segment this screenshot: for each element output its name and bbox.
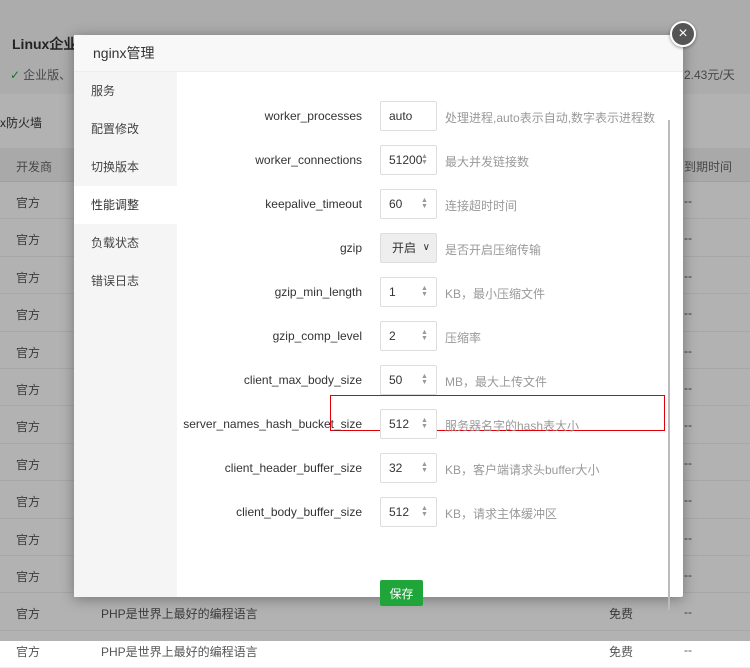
- form-row-keepalive-timeout: keepalive_timeout 60 ▲ ▼ 连接超时时间: [177, 189, 657, 219]
- field-label: gzip: [339, 241, 362, 255]
- form-row-gzip-comp-level: gzip_comp_level 2 ▲ ▼ 压缩率: [177, 321, 657, 351]
- client-body-buffer-size-input[interactable]: 512 ▲ ▼: [380, 497, 437, 527]
- form-row-client-body-buffer-size: client_body_buffer_size 512 ▲ ▼ KB，请求主体缓冲区: [177, 497, 657, 527]
- field-hint: 服务器名字的hash表大小: [445, 419, 580, 433]
- field-hint: 连接超时时间: [445, 199, 518, 213]
- field-hint: 是否开启压缩传输: [445, 243, 542, 257]
- spinner-icon[interactable]: ▲ ▼: [420, 373, 429, 387]
- cell-developer: 官方: [16, 644, 41, 659]
- field-label: keepalive_timeout: [265, 197, 362, 211]
- worker-processes-input[interactable]: auto: [380, 101, 437, 131]
- form-row-client-max-body-size: client_max_body_size 50 ▲ ▼ MB，最大上传文件: [177, 365, 657, 395]
- form-row-worker-processes: worker_processes auto 处理进程,auto表示自动,数字表示进程…: [177, 101, 657, 131]
- field-label: client_max_body_size: [243, 373, 362, 387]
- field-label: gzip_min_length: [274, 285, 362, 299]
- field-hint: MB，最大上传文件: [445, 375, 548, 389]
- menu-item[interactable]: 错误日志: [74, 262, 177, 300]
- input-value: 60: [389, 197, 403, 211]
- dialog-title: nginx管理: [74, 35, 683, 72]
- gzip-comp-level-input[interactable]: 2 ▲ ▼: [380, 321, 437, 351]
- menu-item[interactable]: 配置修改: [74, 110, 177, 148]
- field-label: gzip_comp_level: [272, 329, 362, 343]
- input-value: 512: [389, 505, 410, 519]
- field-hint: 处理进程,auto表示自动,数字表示进程数: [445, 111, 656, 125]
- form-row-server-names-hash-bucket-size: server_names_hash_bucket_size 512 ▲ ▼ 服务器名字的…: [177, 409, 657, 439]
- worker-connections-input[interactable]: 51200 ▲ ▼: [380, 145, 437, 175]
- field-label: client_header_buffer_size: [224, 461, 362, 475]
- field-label: worker_connections: [255, 153, 362, 167]
- menu-item[interactable]: 服务: [74, 72, 177, 110]
- form-row-gzip-min-length: gzip_min_length 1 ▲ ▼ KB，最小压缩文件: [177, 277, 657, 307]
- field-hint: KB，客户端请求头buffer大小: [445, 463, 600, 477]
- field-hint: KB，请求主体缓冲区: [445, 507, 558, 521]
- spinner-icon[interactable]: ▲ ▼: [420, 461, 429, 475]
- scrollbar[interactable]: [668, 120, 670, 610]
- field-label: server_names_hash_bucket_size: [183, 417, 362, 431]
- dialog-body: 服务 配置修改 切换版本 性能调整 负载状态 错误日志 保存 worker_process…: [74, 72, 683, 610]
- nginx-manager-dialog: nginx管理 × 服务 配置修改 切换版本 性能调整 负载状态 错误日志 保存 work…: [74, 21, 696, 610]
- input-value: 2: [389, 329, 396, 343]
- input-value: 1: [389, 285, 396, 299]
- field-hint: 压缩率: [445, 331, 482, 345]
- server-names-hash-bucket-size-input[interactable]: 512 ▲ ▼: [380, 409, 437, 439]
- form-row-client-header-buffer-size: client_header_buffer_size 32 ▲ ▼ KB，客户端请求头bu…: [177, 453, 657, 483]
- client-header-buffer-size-input[interactable]: 32 ▲ ▼: [380, 453, 437, 483]
- cell-expire: --: [684, 642, 692, 657]
- input-value: auto: [389, 109, 413, 123]
- form-row-worker-connections: worker_connections 51200 ▲ ▼ 最大并发链接数: [177, 145, 657, 175]
- performance-settings-form: 保存 worker_processes auto 处理进程,auto表示自动,数字表…: [177, 72, 683, 606]
- menu-item[interactable]: 切换版本: [74, 148, 177, 186]
- field-hint: KB，最小压缩文件: [445, 287, 546, 301]
- field-label: worker_processes: [264, 109, 362, 123]
- spinner-icon[interactable]: ▲ ▼: [420, 285, 429, 299]
- field-hint: 最大并发链接数: [445, 155, 530, 169]
- menu-item[interactable]: 性能调整: [74, 186, 177, 224]
- field-label: client_body_buffer_size: [236, 505, 362, 519]
- menu-item[interactable]: 负载状态: [74, 224, 177, 262]
- spinner-icon[interactable]: ▲ ▼: [420, 417, 429, 431]
- spinner-icon[interactable]: ▲ ▼: [420, 505, 429, 519]
- chevron-down-icon: ∨: [422, 242, 430, 253]
- input-value: 512: [389, 417, 410, 431]
- input-value: 50: [389, 373, 403, 387]
- select-value: 开启: [392, 241, 417, 255]
- gzip-select[interactable]: 开启 ∨: [380, 233, 437, 263]
- keepalive-timeout-input[interactable]: 60 ▲ ▼: [380, 189, 437, 219]
- form-row-gzip: gzip 开启 ∨ 是否开启压缩传输: [177, 233, 657, 263]
- side-menu: 服务 配置修改 切换版本 性能调整 负载状态 错误日志: [74, 72, 177, 597]
- input-value: 32: [389, 461, 403, 475]
- spinner-icon[interactable]: ▲ ▼: [420, 153, 429, 167]
- save-button[interactable]: 保存: [380, 580, 423, 606]
- close-icon[interactable]: ×: [670, 21, 696, 47]
- cell-price: 免费: [609, 644, 634, 659]
- cell-description: PHP是世界上最好的编程语言: [101, 644, 258, 659]
- input-value: 51200: [389, 153, 423, 167]
- spinner-icon[interactable]: ▲ ▼: [420, 197, 429, 211]
- spinner-icon[interactable]: ▲ ▼: [420, 329, 429, 343]
- client-max-body-size-input[interactable]: 50 ▲ ▼: [380, 365, 437, 395]
- gzip-min-length-input[interactable]: 1 ▲ ▼: [380, 277, 437, 307]
